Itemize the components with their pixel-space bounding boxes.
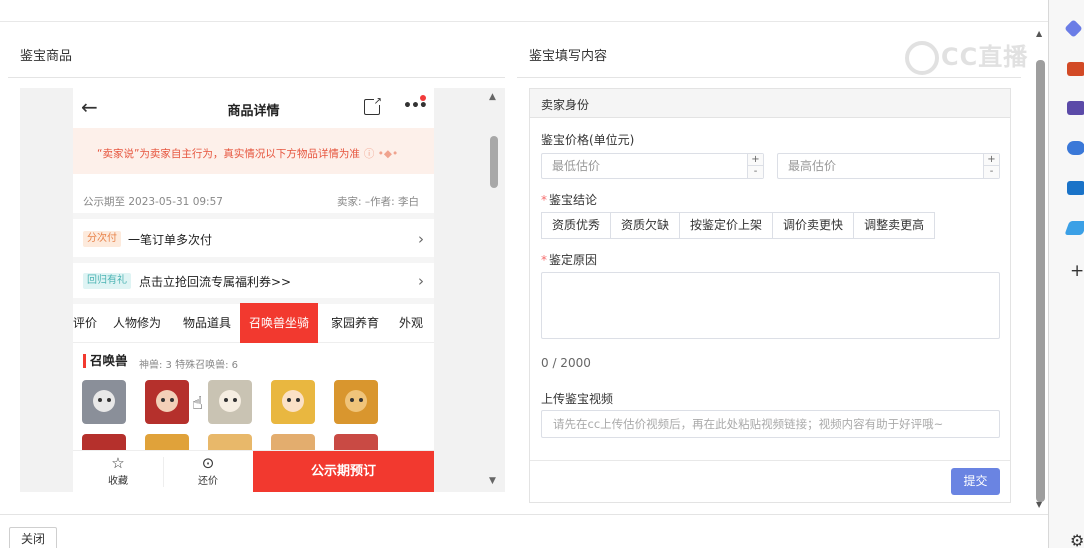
installment-text: 一笔订单多次付 [128,233,213,247]
briefcase-icon[interactable] [1067,62,1084,76]
seller-info: 卖家: –作者: 李白 [337,196,420,208]
return-gift-text: 点击立抢回流专属福利券>> [139,275,292,289]
reason-char-count: 0 / 2000 [541,356,591,370]
submit-button[interactable]: 提交 [951,468,1000,495]
footer-divider [0,514,1048,515]
tab-items[interactable]: 物品道具 [183,303,231,343]
detail-tabs: 评价 人物修为 物品道具 召唤兽坐骑 家园养育 外观 [73,303,434,343]
return-gift-tag: 回归有礼 [83,273,131,289]
pet-avatar[interactable] [82,380,126,424]
increment-button[interactable]: + [747,154,763,166]
reason-textarea[interactable] [541,272,1000,339]
scrollbar-thumb[interactable] [490,136,498,188]
phone-bottom-bar: ☆ 收藏 ⊙ 还价 公示期预订 [73,450,434,492]
max-price-stepper[interactable]: + - [777,153,1000,179]
favorite-button[interactable]: ☆ 收藏 [73,451,163,492]
page-scrollbar[interactable]: ▲ ▼ [1033,22,1048,512]
watermark-logo: CC直播 [905,37,1028,75]
conclusion-option[interactable]: 调价卖更快 [772,212,855,239]
pets-summary: 神兽: 3 特殊召唤兽: 6 [139,360,238,371]
favorite-label: 收藏 [108,476,128,487]
appraisal-form: 卖家身份 鉴宝价格(单位元) + - + - *鉴宝结论 资质优秀 资质欠缺 按… [529,88,1011,503]
video-label: 上传鉴宝视频 [541,392,614,406]
share-icon[interactable]: ↗ [364,97,382,115]
divider [530,460,1010,461]
pet-avatar[interactable] [271,380,315,424]
right-section-title: 鉴宝填写内容 [529,49,608,64]
product-preview: ← 商品详情 ↗ ••• “卖家说”为卖家自主行为，真实情况以下方物品详情为准 ⓘ… [20,88,505,492]
top-bar [0,0,1048,22]
chevron-right-icon: › [418,230,424,248]
info-icon[interactable]: ⓘ •◆• [364,148,398,160]
conclusion-option[interactable]: 按鉴定价上架 [679,212,774,239]
bargain-button[interactable]: ⊙ 还价 [163,451,253,492]
phone-screen: ← 商品详情 ↗ ••• “卖家说”为卖家自主行为，真实情况以下方物品详情为准 ⓘ… [73,88,434,492]
conclusion-label-text: 鉴宝结论 [549,193,598,207]
conclusion-option[interactable]: 资质欠缺 [610,212,681,239]
divider [73,257,434,263]
tab-appearance[interactable]: 外观 [399,303,423,343]
conclusion-option[interactable]: 资质优秀 [541,212,612,239]
chevron-right-icon: › [418,272,424,290]
scroll-down-icon[interactable]: ▼ [1036,500,1042,509]
close-button[interactable]: 关闭 [9,527,57,548]
send-icon[interactable] [1064,221,1084,235]
required-mark: * [541,253,547,267]
conclusion-option[interactable]: 调整卖更高 [853,212,936,239]
min-price-input[interactable] [542,154,742,178]
pet-avatar[interactable] [208,380,252,424]
watermark-text: CC直播 [941,43,1029,71]
pet-avatar[interactable] [145,380,189,424]
hand-cursor-icon: ☝ [192,393,203,414]
conclusion-label: * 鉴宝结论 [541,191,597,208]
form-card-title: 卖家身份 [530,89,1010,118]
watermark-ring-icon [905,41,939,75]
pets-title: 召唤兽 [83,354,128,368]
scroll-down-icon[interactable]: ▼ [489,476,496,486]
increment-button[interactable]: + [983,154,999,166]
preview-scrollbar[interactable]: ▲ ▼ [485,88,503,492]
scroll-up-icon[interactable]: ▲ [1036,29,1042,38]
conclusion-options: 资质优秀 资质欠缺 按鉴定价上架 调价卖更快 调整卖更高 [541,212,936,239]
bargain-label: 还价 [198,476,218,487]
gear-icon[interactable]: ⚙ [1070,531,1084,548]
seller-notice: “卖家说”为卖家自主行为，真实情况以下方物品详情为准 ⓘ •◆• [73,128,434,174]
preorder-button[interactable]: 公示期预订 [253,451,434,492]
pet-avatar[interactable] [334,380,378,424]
return-gift-row[interactable]: 回归有礼 点击立抢回流专属福利券>> › [73,264,434,300]
required-mark: * [541,193,547,207]
installment-row[interactable]: 分次付 一笔订单多次付 › [73,222,434,258]
people-icon[interactable] [1067,101,1084,115]
right-title-rule [517,77,1021,78]
notification-dot-icon [420,95,426,101]
scroll-up-icon[interactable]: ▲ [489,92,496,102]
tag-icon[interactable] [1064,19,1083,38]
phone-header: ← 商品详情 ↗ ••• [73,88,434,128]
coin-icon: ⊙ [201,454,215,472]
min-price-stepper[interactable]: + - [541,153,764,179]
seller-notice-text: “卖家说”为卖家自主行为，真实情况以下方物品详情为准 [97,148,360,160]
reason-label-text: 鉴定原因 [549,253,598,267]
scrollbar-thumb[interactable] [1036,60,1045,502]
star-icon: ☆ [111,454,125,472]
left-title-rule [8,77,505,78]
decrement-button[interactable]: - [747,166,763,178]
video-link-input[interactable] [541,410,1000,438]
price-label: 鉴宝价格(单位元) [541,133,635,147]
browser-side-panel: + ⚙ [1048,0,1084,548]
tab-review[interactable]: 评价 [73,303,97,343]
reason-label: * 鉴定原因 [541,251,597,268]
decrement-button[interactable]: - [983,166,999,178]
left-section-title: 鉴宝商品 [20,49,73,64]
divider [73,213,434,219]
installment-tag: 分次付 [83,231,121,247]
tab-character[interactable]: 人物修为 [113,303,161,343]
copilot-icon[interactable] [1067,141,1084,155]
outlook-icon[interactable] [1067,181,1084,195]
tab-home[interactable]: 家园养育 [331,303,379,343]
max-price-input[interactable] [778,154,978,178]
tab-pets-mounts[interactable]: 召唤兽坐骑 [240,303,319,343]
add-icon[interactable]: + [1070,261,1084,281]
publicity-date: 公示期至 2023-05-31 09:57 [83,196,223,208]
